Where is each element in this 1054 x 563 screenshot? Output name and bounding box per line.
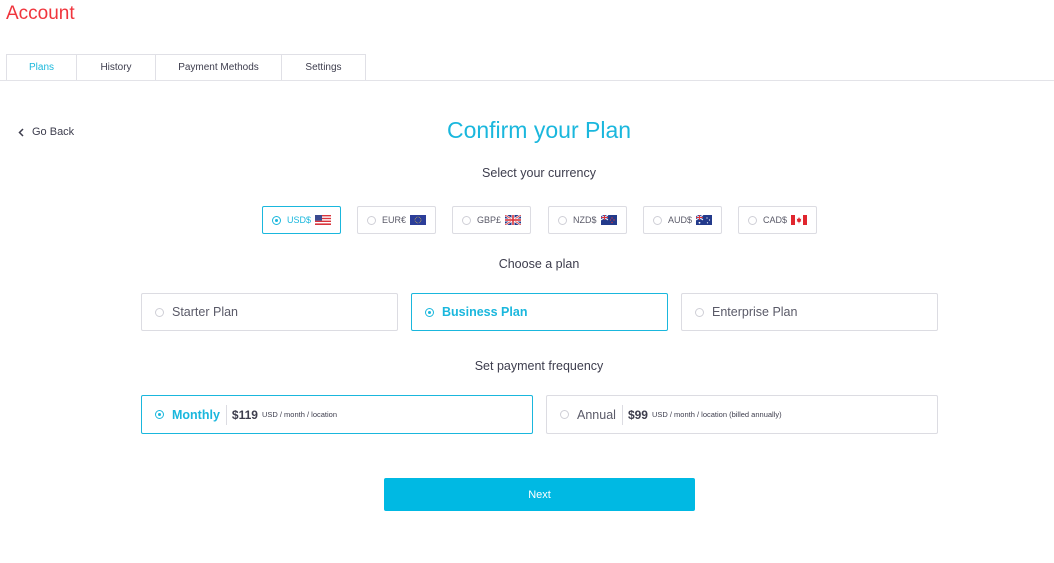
currency-code: EUR€ [382,215,407,225]
page-heading: Confirm your Plan [446,117,632,143]
plan-option-enterprise[interactable]: Enterprise Plan [681,293,938,331]
frequency-price: $99 [627,407,648,422]
radio-icon [695,307,704,317]
tab-bar: Plans History Payment Methods Settings [6,54,366,81]
ca-flag-icon [791,215,807,225]
plan-label: Business Plan [442,305,528,319]
tab-history[interactable]: History [77,54,156,81]
plan-label: Enterprise Plan [712,305,798,319]
radio-icon [367,215,376,225]
plan-section-label: Choose a plan [498,257,580,271]
plan-option-starter[interactable]: Starter Plan [141,293,398,331]
frequency-unit: USD / month / location [261,410,338,419]
frequency-unit: USD / month / location (billed annually) [651,410,782,419]
radio-icon [560,410,569,419]
frequency-label: Annual [577,404,623,425]
currency-code: AUD$ [668,215,693,225]
tab-plans[interactable]: Plans [6,54,77,81]
currency-code: GBP£ [477,215,502,225]
frequency-price: $119 [231,407,258,422]
au-flag-icon [696,215,712,225]
frequency-option-monthly[interactable]: Monthly $119 USD / month / location [141,395,533,434]
currency-option-eur[interactable]: EUR€ [357,206,436,234]
radio-icon [155,410,164,419]
tab-divider [0,80,1054,81]
currency-option-cad[interactable]: CAD$ [738,206,817,234]
frequency-option-annual[interactable]: Annual $99 USD / month / location (bille… [546,395,938,434]
frequency-label: Monthly [172,404,227,425]
currency-code: USD$ [287,215,312,225]
plan-label: Starter Plan [172,305,239,319]
nz-flag-icon [601,215,617,225]
plan-option-business[interactable]: Business Plan [411,293,668,331]
us-flag-icon [315,215,331,225]
radio-icon [558,215,567,225]
radio-icon [155,307,164,317]
radio-icon [653,215,662,225]
tab-payment-methods[interactable]: Payment Methods [156,54,282,81]
currency-code: CAD$ [763,215,788,225]
currency-option-aud[interactable]: AUD$ [643,206,722,234]
radio-icon [748,215,757,225]
currency-option-usd[interactable]: USD$ [262,206,341,234]
currency-section-label: Select your currency [482,166,596,180]
page-title: Account [6,3,75,24]
currency-option-gbp[interactable]: GBP£ [452,206,531,234]
uk-flag-icon [505,215,521,225]
currency-option-nzd[interactable]: NZD$ [548,206,627,234]
eu-flag-icon [410,215,426,225]
radio-icon [462,215,471,225]
radio-icon [425,307,434,317]
frequency-section-label: Set payment frequency [474,359,604,373]
next-button[interactable]: Next [384,478,695,511]
tab-settings[interactable]: Settings [282,54,366,81]
currency-code: NZD$ [573,215,597,225]
radio-icon [272,215,281,225]
